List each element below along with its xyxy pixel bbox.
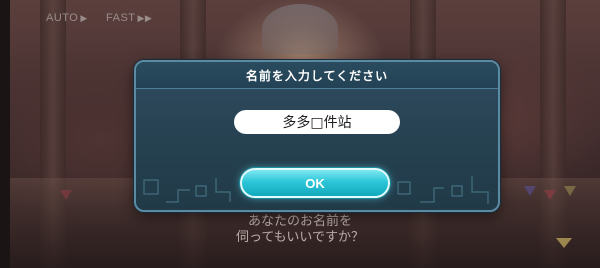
name-input[interactable] [234,110,400,134]
fast-label: FAST [106,12,136,24]
auto-label: AUTO [46,12,79,24]
bunting-flag [60,190,72,200]
dialogue-line: 伺ってもいいですか？ [235,230,365,245]
fast-forward-icon: ▶▶ [137,13,153,23]
fast-button[interactable]: FAST ▶▶ [106,12,152,24]
character-headdress [262,4,338,54]
dialog-title: 名前を入力してください [245,69,389,83]
dialogue-text: あなたのお名前を 伺ってもいいですか？ [0,214,600,246]
auto-button[interactable]: AUTO ▶ [46,12,88,24]
dialogue-line: あなたのお名前を [247,214,352,229]
bunting-flag [524,186,536,196]
bunting-flag [564,186,576,196]
play-arrow-icon: ▶ [80,13,88,23]
bunting-flag [544,190,556,200]
ok-button[interactable]: OK [240,168,390,198]
dialog-header: 名前を入力してください [136,62,498,89]
name-entry-dialog: 名前を入力してください OK [134,60,500,212]
game-screen: AUTO ▶ FAST ▶▶ あなたのお名前を 伺ってもいいですか？ 名前を入力して… [0,0,600,268]
